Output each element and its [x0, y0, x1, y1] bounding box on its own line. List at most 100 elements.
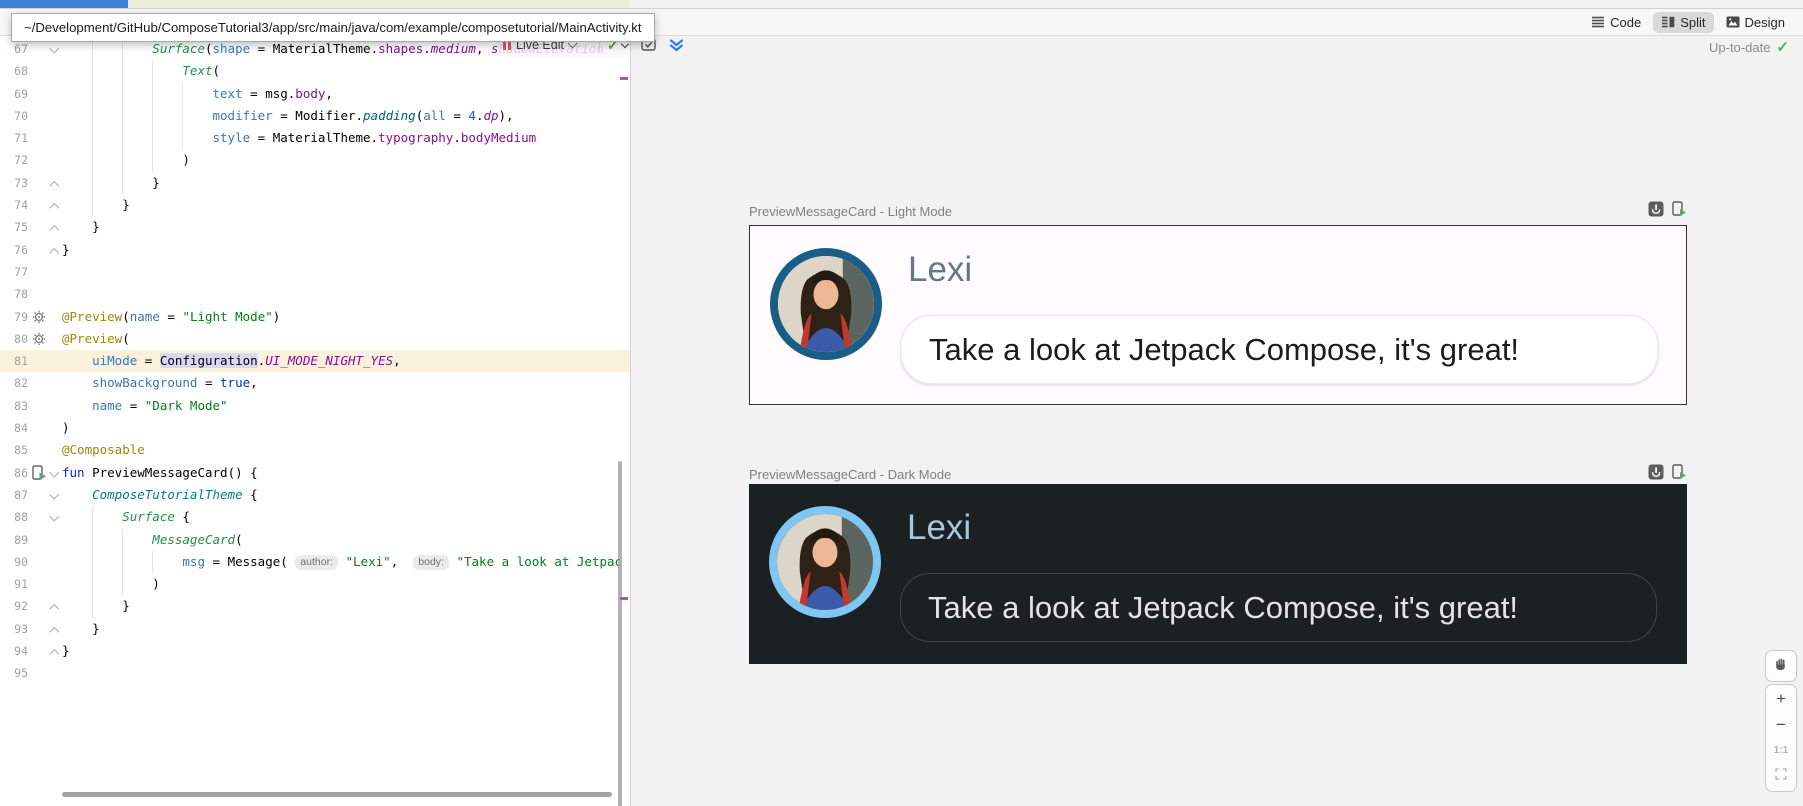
active-tab-indicator[interactable]	[0, 0, 128, 8]
run-preview-icon[interactable]	[1672, 464, 1687, 485]
line-number: 84	[0, 417, 28, 439]
gear-icon[interactable]	[32, 331, 50, 347]
code-line[interactable]: 74}	[0, 194, 630, 216]
code-line[interactable]: 85@Composable	[0, 439, 630, 461]
code-text: }	[62, 172, 620, 194]
zoom-out-button[interactable]: −	[1766, 716, 1796, 733]
check-icon: ✓	[1776, 38, 1789, 56]
fold-marker-icon[interactable]	[51, 626, 59, 634]
code-text: }	[62, 216, 620, 238]
line-number: 69	[0, 83, 28, 105]
build-refresh-icon	[668, 40, 685, 57]
code-view-button[interactable]: Code	[1583, 12, 1649, 33]
code-line[interactable]: 80 @Preview(	[0, 328, 630, 350]
avatar	[770, 248, 882, 360]
zoom-fit-icon	[1775, 772, 1787, 783]
fold-marker-icon[interactable]	[51, 492, 59, 500]
preview-title-light: PreviewMessageCard - Light Mode	[749, 204, 1648, 219]
code-line[interactable]: 76}	[0, 239, 630, 261]
fold-marker-icon[interactable]	[51, 202, 59, 210]
code-line[interactable]: 84)	[0, 417, 630, 439]
code-line[interactable]: 70modifier = Modifier.padding(all = 4.dp…	[0, 105, 630, 127]
hand-icon	[1774, 657, 1788, 676]
code-line[interactable]: 78	[0, 283, 630, 305]
line-number: 80	[0, 328, 28, 350]
zoom-actual-size-button[interactable]: 1:1	[1766, 742, 1796, 759]
line-number: 71	[0, 127, 28, 149]
design-view-icon	[1726, 16, 1740, 28]
build-refresh-button[interactable]	[668, 36, 685, 58]
code-line[interactable]: 92}	[0, 595, 630, 617]
code-line[interactable]: 87ComposeTutorialTheme {	[0, 484, 630, 506]
code-text: }	[62, 618, 620, 640]
preview-card-light[interactable]: Lexi Take a look at Jetpack Compose, it'…	[749, 225, 1687, 405]
code-text: @Preview(	[62, 328, 620, 350]
line-number: 88	[0, 506, 28, 528]
line-number: 95	[0, 662, 28, 684]
code-line[interactable]: 89MessageCard(	[0, 529, 630, 551]
code-line[interactable]: 94}	[0, 640, 630, 662]
fold-marker-icon[interactable]	[51, 648, 59, 656]
code-line[interactable]: 93}	[0, 618, 630, 640]
code-line[interactable]: 88Surface {	[0, 506, 630, 528]
zoom-to-fit-button[interactable]	[1766, 768, 1796, 786]
message-author: Lexi	[908, 250, 972, 290]
code-editor[interactable]: 67Surface(shape = MaterialTheme.shapes.m…	[0, 36, 630, 806]
code-line[interactable]: 72)	[0, 149, 630, 171]
line-number: 91	[0, 573, 28, 595]
code-line[interactable]: 83name = "Dark Mode"	[0, 395, 630, 417]
code-line[interactable]: 95	[0, 662, 630, 684]
fold-marker-icon[interactable]	[51, 603, 59, 611]
code-text	[62, 261, 620, 283]
design-view-button[interactable]: Design	[1718, 12, 1793, 33]
code-text: ComposeTutorialTheme {	[62, 484, 620, 506]
code-line[interactable]: 82showBackground = true,	[0, 372, 630, 394]
pan-tool-button[interactable]	[1765, 650, 1797, 682]
fold-marker-icon[interactable]	[51, 180, 59, 188]
line-number: 82	[0, 372, 28, 394]
code-line[interactable]: 86fun PreviewMessageCard() {	[0, 462, 630, 484]
code-line[interactable]: 81uiMode = Configuration.UI_MODE_NIGHT_Y…	[0, 350, 630, 372]
zoom-in-button[interactable]: +	[1766, 690, 1796, 707]
interactive-preview-icon[interactable]	[1648, 464, 1664, 485]
split-view-button[interactable]: Split	[1653, 12, 1713, 33]
code-text: @Composable	[62, 439, 620, 461]
fold-marker-icon[interactable]	[51, 470, 59, 478]
error-stripe-mark[interactable]	[620, 77, 628, 80]
editor-tab-strip	[0, 0, 1803, 9]
error-stripe-mark[interactable]	[620, 597, 628, 600]
fold-marker-icon[interactable]	[51, 247, 59, 255]
preview-card-dark[interactable]: Lexi Take a look at Jetpack Compose, it'…	[749, 484, 1687, 664]
fold-marker-icon[interactable]	[51, 514, 59, 522]
code-line[interactable]: 68Text(	[0, 60, 630, 82]
horizontal-scrollbar[interactable]	[62, 792, 612, 797]
preview-sync-status: Up-to-date ✓	[1709, 38, 1789, 56]
code-line[interactable]: 77	[0, 261, 630, 283]
code-line[interactable]: 90 msg = Message( author: "Lexi", body: "…	[0, 551, 630, 573]
code-line[interactable]: 79@Preview(name = "Light Mode")	[0, 306, 630, 328]
line-number: 90	[0, 551, 28, 573]
code-text: MessageCard(	[62, 529, 620, 551]
fold-marker-icon[interactable]	[51, 46, 59, 54]
code-line[interactable]: 71style = MaterialTheme.typography.bodyM…	[0, 127, 630, 149]
line-number: 77	[0, 261, 28, 283]
line-number: 70	[0, 105, 28, 127]
code-text	[62, 662, 620, 684]
vertical-scrollbar[interactable]	[618, 461, 622, 806]
line-number: 94	[0, 640, 28, 662]
avatar	[769, 506, 881, 618]
gear-icon[interactable]	[32, 309, 50, 325]
code-text: fun PreviewMessageCard() {	[62, 462, 620, 484]
line-number: 78	[0, 283, 28, 305]
code-line[interactable]: 75}	[0, 216, 630, 238]
interactive-preview-icon[interactable]	[1648, 201, 1664, 222]
fold-marker-icon[interactable]	[51, 224, 59, 232]
code-text: msg = Message( author: "Lexi", body: "Ta…	[62, 551, 620, 573]
run-icon[interactable]	[32, 465, 50, 481]
line-number: 73	[0, 172, 28, 194]
code-line[interactable]: 73}	[0, 172, 630, 194]
code-text: @Preview(name = "Light Mode")	[62, 306, 620, 328]
code-line[interactable]: 91)	[0, 573, 630, 595]
code-line[interactable]: 69text = msg.body,	[0, 83, 630, 105]
run-preview-icon[interactable]	[1672, 201, 1687, 222]
